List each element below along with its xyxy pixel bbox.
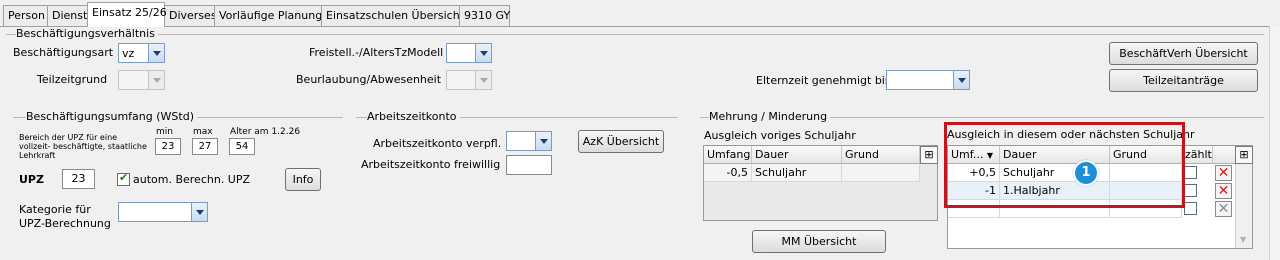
tab-einsatz[interactable]: Einsatz 25/26 [87,2,167,27]
chevron-down-icon[interactable] [535,132,551,150]
upz-max-value: 27 [192,138,218,155]
section-title-scope: Beschäftigungsumfang (WStd) [26,110,197,123]
highlight-box [944,122,1185,208]
column-chooser-icon[interactable]: ⊞ [920,146,938,164]
tab-einsatzschulen-uebersicht[interactable]: Einsatzschulen Übersicht [321,5,464,26]
zaehlt-checkbox[interactable] [1184,202,1197,215]
column-header-dauer[interactable]: Dauer [752,146,842,164]
tab-9310-gy[interactable]: 9310 GY [459,5,510,26]
window-scrollbar[interactable] [1269,26,1280,260]
parental-leave-label: Elternzeit genehmigt bis [756,74,891,87]
previous-year-title: Ausgleich voriges Schuljahr [704,129,856,142]
previous-year-grid: Umfang Dauer Grund ⊞ -0,5 Schuljahr [703,145,938,221]
step-badge: 1 [1073,160,1099,186]
leave-label: Beurlaubung/Abwesenheit [296,73,442,86]
einsatz-panel: Beschäftigungsverhältnis Beschäftigungsa… [0,26,1269,260]
chevron-down-icon[interactable] [475,71,491,89]
auto-calc-checkbox[interactable] [117,171,130,186]
table-cell-dauer[interactable]: Schuljahr [752,164,842,182]
chevron-down-icon[interactable] [148,44,164,62]
leave-select[interactable] [446,70,492,90]
worktime-overview-button[interactable]: AzK Übersicht [578,130,664,153]
section-divider [6,34,1264,35]
upz-range-description: Bereich der UPZ für eine vollzeit- besch… [19,133,147,160]
category-select[interactable] [118,202,208,222]
column-header-umfang[interactable]: Umfang [704,146,752,164]
employment-type-value: vz [122,47,135,60]
chevron-down-icon[interactable] [953,71,969,89]
delete-row-button[interactable]: ✕ [1215,201,1232,217]
table-cell-grund[interactable] [842,164,920,182]
upz-label: UPZ [19,173,44,186]
zaehlt-checkbox[interactable] [1184,166,1197,179]
section-title-employment: Beschäftigungsverhältnis [16,27,158,40]
parental-leave-date-select[interactable] [886,70,970,90]
worktime-mandatory-label: Arbeitszeitkonto verpfl. [373,137,502,150]
freistell-select[interactable] [446,43,492,63]
column-header-delete [1213,146,1236,164]
chevron-down-icon[interactable] [475,44,491,62]
max-label: max [193,127,213,137]
scroll-down-icon[interactable]: ▼ [1240,235,1246,244]
tab-diverses[interactable]: Diverses [164,5,217,26]
delete-x-icon: ✕ [1217,165,1230,181]
section-title-mehrung: Mehrung / Minderung [709,110,831,123]
zaehlt-checkbox[interactable] [1184,184,1197,197]
info-button[interactable]: Info [285,168,321,191]
tab-person[interactable]: Person [3,5,48,26]
chevron-down-icon[interactable] [148,71,164,89]
tab-bar: Person Dienst Einsatz 25/26 Diverses Vor… [0,0,1280,27]
table-cell-umfang[interactable]: -0,5 [704,164,752,182]
worktime-voluntary-input[interactable] [506,155,552,175]
section-title-worktime: Arbeitszeitkonto [367,110,460,123]
column-header-zaehlt[interactable]: zählt [1182,146,1213,164]
column-header-grund[interactable]: Grund [842,146,920,164]
auto-calc-label: autom. Berechn. UPZ [133,173,251,186]
parttime-reason-select[interactable] [118,70,165,90]
worktime-mandatory-select[interactable] [506,131,552,151]
upz-min-value: 23 [155,138,181,155]
min-label: min [156,127,173,137]
parttime-requests-button[interactable]: Teilzeitanträge [1109,69,1258,92]
upz-input[interactable]: 23 [62,169,95,189]
mm-overview-button[interactable]: MM Übersicht [752,230,886,253]
delete-x-icon: ✕ [1217,201,1230,217]
parttime-reason-label: Teilzeitgrund [37,73,108,86]
delete-row-button[interactable]: ✕ [1215,165,1232,181]
tab-vorlaeufige-planung[interactable]: Vorläufige Planung [214,5,322,26]
employment-type-select[interactable]: vz [118,43,165,63]
employment-overview-button[interactable]: BeschäftVerh Übersicht [1109,42,1258,65]
tab-dienst[interactable]: Dienst [47,5,88,26]
age-label: Alter am 1.2.26 [230,127,301,137]
column-chooser-icon[interactable]: ⊞ [1235,146,1253,164]
age-value: 54 [229,138,255,155]
category-label: Kategorie für UPZ-Berechnung [19,203,111,230]
delete-x-icon: ✕ [1217,183,1230,199]
employment-type-label: Beschäftigungsart [13,46,114,59]
grid-scrollbar[interactable]: ▼ [1235,164,1252,248]
worktime-voluntary-label: Arbeitszeitkonto freiwillig [361,158,501,171]
freistell-label: Freistell.-/AltersTzModell [309,46,444,59]
delete-row-button[interactable]: ✕ [1215,183,1232,199]
chevron-down-icon[interactable] [191,203,207,221]
